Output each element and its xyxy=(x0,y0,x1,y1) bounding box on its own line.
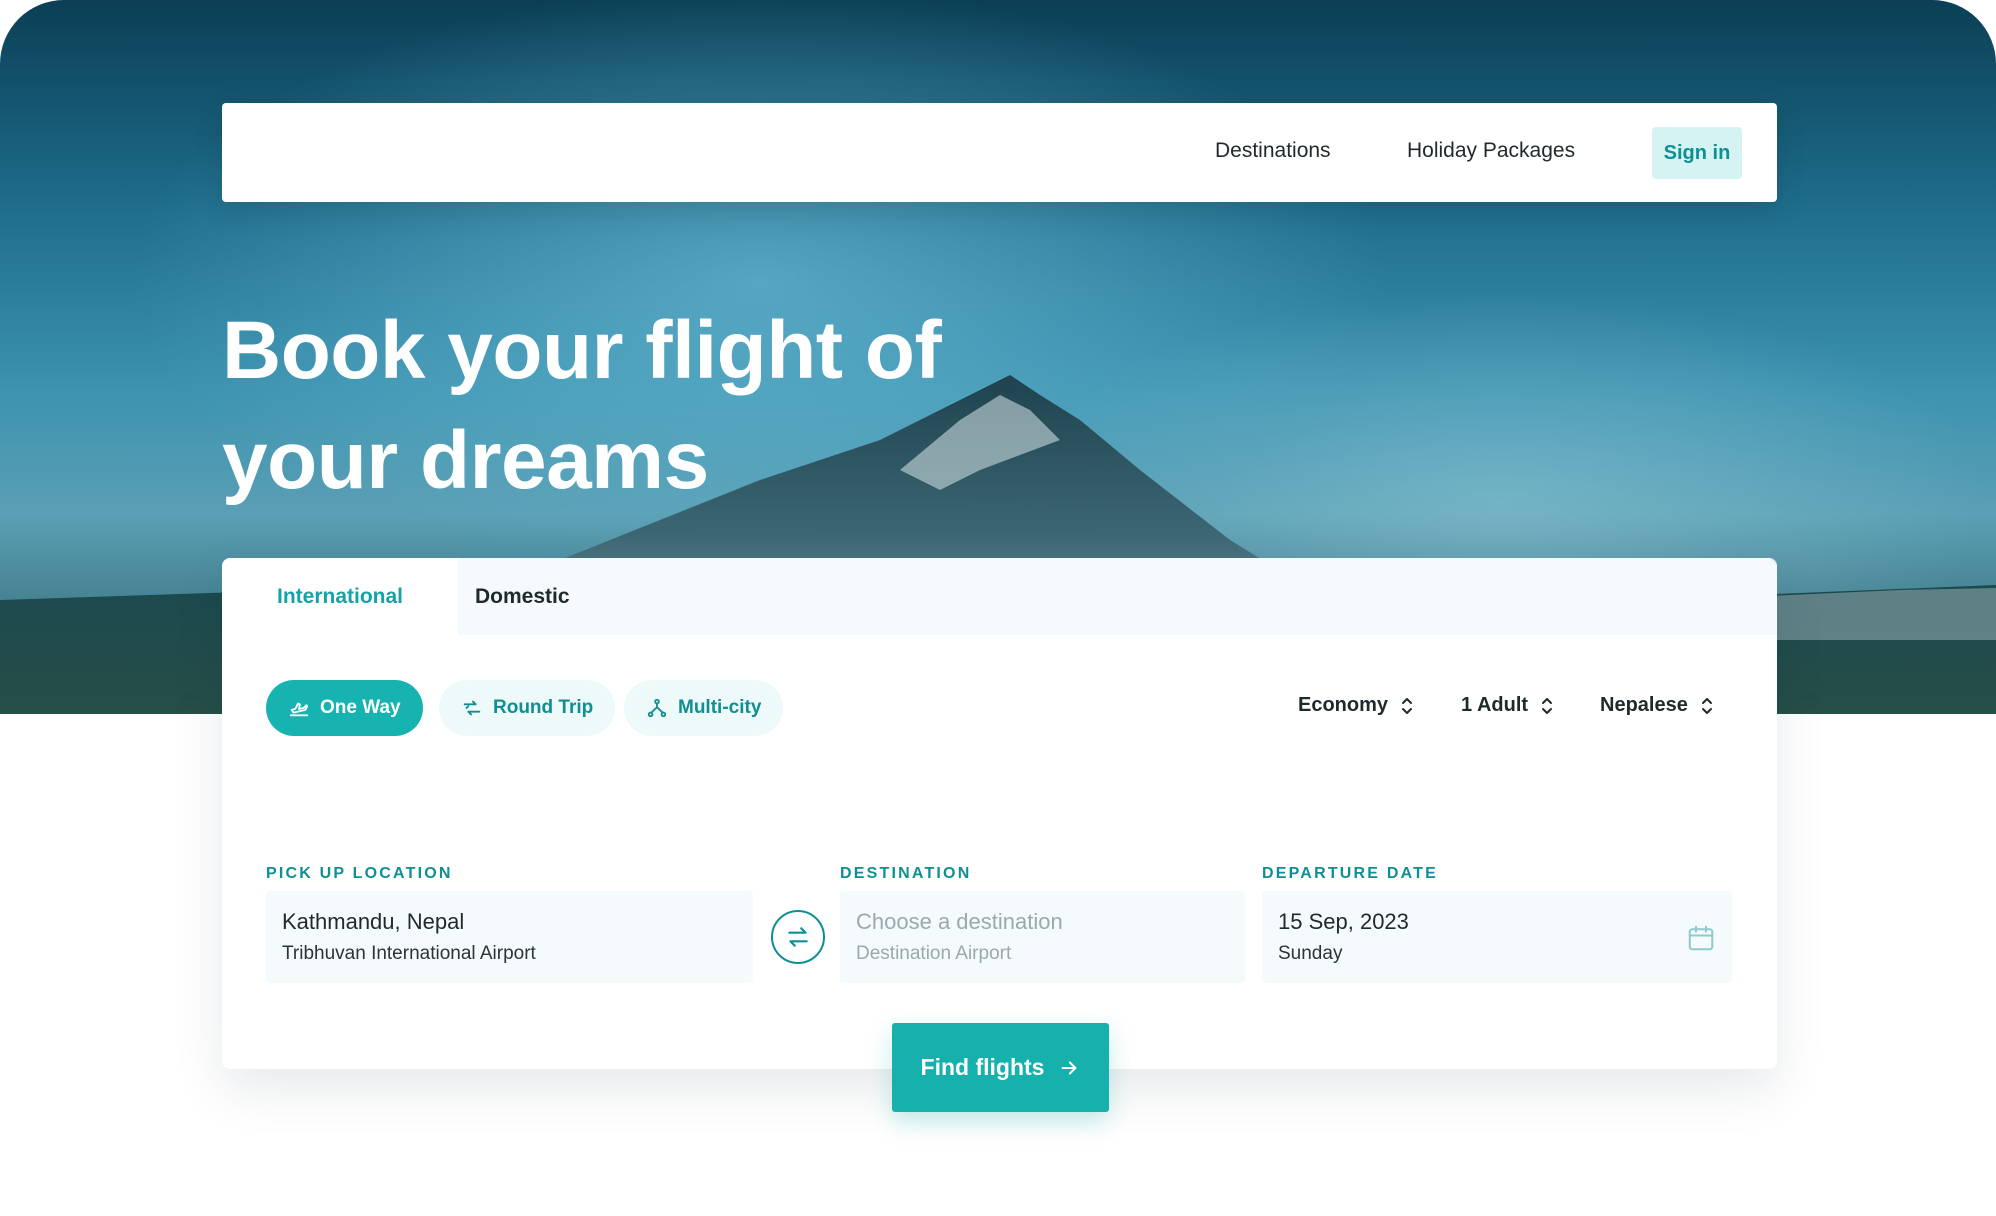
one-way-button[interactable]: One Way xyxy=(266,680,423,736)
hero-headline: Book your flight of your dreams xyxy=(222,296,1122,516)
departure-date-value: 15 Sep, 2023 xyxy=(1278,909,1409,934)
multi-city-button[interactable]: Multi-city xyxy=(624,680,784,736)
pickup-location-label: PICK UP LOCATION xyxy=(266,865,453,882)
chevron-updown-icon xyxy=(1701,697,1712,714)
passengers-value: 1 Adult xyxy=(1461,694,1529,716)
plane-takeoff-icon xyxy=(289,702,309,717)
chevron-updown-icon xyxy=(1402,697,1413,714)
arrow-right-icon xyxy=(1062,1060,1077,1075)
find-flights-button[interactable]: Find flights xyxy=(892,1023,1109,1112)
passengers-select[interactable]: 1 Adult xyxy=(1461,694,1554,717)
one-way-label: One Way xyxy=(320,697,401,718)
headline-line-2: your dreams xyxy=(222,415,709,506)
nav-holiday-packages-link[interactable]: Holiday Packages xyxy=(1407,139,1575,163)
swap-icon xyxy=(788,927,808,947)
destination-airport-placeholder: Destination Airport xyxy=(856,943,1012,964)
pickup-airport: Tribhuvan International Airport xyxy=(282,943,536,964)
flight-search-card: International Domestic One Way Round Tri… xyxy=(222,558,1777,1069)
destination-label: DESTINATION xyxy=(840,865,972,882)
nationality-value: Nepalese xyxy=(1600,694,1688,716)
pickup-location-field[interactable]: Kathmandu, Nepal Tribhuvan International… xyxy=(266,891,753,983)
destination-placeholder: Choose a destination xyxy=(856,909,1063,934)
destination-field[interactable]: Choose a destination Destination Airport xyxy=(840,891,1245,983)
sign-in-button[interactable]: Sign in xyxy=(1652,127,1742,179)
cabin-class-select[interactable]: Economy xyxy=(1298,694,1414,717)
cabin-class-value: Economy xyxy=(1298,694,1389,716)
swap-locations-button[interactable] xyxy=(771,910,825,964)
round-trip-label: Round Trip xyxy=(493,697,594,718)
multi-city-icon xyxy=(647,698,667,718)
round-trip-icon xyxy=(463,700,481,716)
nav-destinations-link[interactable]: Destinations xyxy=(1215,139,1331,163)
chevron-updown-icon xyxy=(1542,697,1553,714)
round-trip-button[interactable]: Round Trip xyxy=(439,680,616,736)
nationality-select[interactable]: Nepalese xyxy=(1600,694,1714,717)
region-tab-bar: International Domestic xyxy=(222,558,1777,635)
tab-international[interactable]: International xyxy=(222,558,458,635)
calendar-icon[interactable] xyxy=(1686,923,1716,953)
headline-line-1: Book your flight of xyxy=(222,305,942,396)
departure-weekday: Sunday xyxy=(1278,943,1343,964)
top-navbar: Destinations Holiday Packages Sign in xyxy=(222,103,1777,202)
find-flights-label: Find flights xyxy=(920,1054,1045,1080)
tab-domestic[interactable]: Domestic xyxy=(475,558,570,635)
departure-date-label: DEPARTURE DATE xyxy=(1262,865,1438,882)
departure-date-field[interactable]: 15 Sep, 2023 Sunday xyxy=(1262,891,1732,983)
pickup-city: Kathmandu, Nepal xyxy=(282,909,465,934)
multi-city-label: Multi-city xyxy=(678,697,762,718)
